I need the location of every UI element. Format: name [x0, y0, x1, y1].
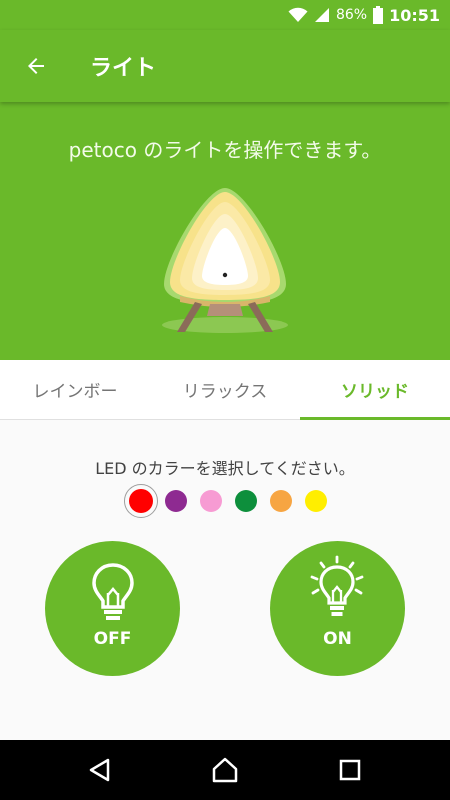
tab-solid[interactable]: ソリッド	[300, 360, 450, 420]
tab-bar: レインボー リラックス ソリッド	[0, 360, 450, 420]
app-bar: ライト	[0, 30, 450, 102]
nav-recents-button[interactable]	[335, 755, 365, 785]
system-nav-bar	[0, 740, 450, 800]
color-swatch[interactable]	[269, 490, 292, 512]
color-swatch[interactable]	[199, 490, 222, 512]
color-swatch-dot[interactable]	[128, 489, 153, 513]
hero-description: petoco のライトを操作できます。	[68, 138, 382, 162]
home-icon	[212, 757, 238, 783]
square-recents-icon	[339, 759, 361, 781]
arrow-left-icon	[28, 58, 44, 74]
lamp-illustration	[162, 188, 288, 333]
triangle-back-icon	[89, 758, 110, 782]
tab-rainbow[interactable]: レインボー	[0, 360, 150, 419]
lightbulb-on-icon	[310, 555, 364, 616]
off-label: OFF	[93, 629, 132, 649]
color-swatch-dot[interactable]	[164, 490, 187, 512]
clock: 10:51	[389, 5, 440, 25]
nav-back-button[interactable]	[85, 755, 115, 785]
status-bar: 86% 10:51	[0, 0, 450, 30]
color-swatch[interactable]	[234, 490, 257, 512]
wifi-icon	[288, 7, 308, 22]
color-swatches	[0, 484, 450, 518]
lightbulb-off-icon	[92, 563, 134, 620]
on-button[interactable]: ON	[270, 541, 405, 676]
color-swatch-dot[interactable]	[199, 490, 222, 512]
color-swatch[interactable]	[123, 484, 158, 518]
battery-percent: 86%	[335, 7, 368, 23]
color-swatch[interactable]	[164, 490, 187, 512]
back-button[interactable]	[18, 48, 54, 84]
page-title: ライト	[90, 56, 157, 81]
on-label: ON	[323, 629, 352, 649]
battery-icon	[373, 6, 384, 24]
color-swatch-dot[interactable]	[234, 490, 257, 512]
color-swatch-dot[interactable]	[269, 490, 292, 512]
color-swatch-dot[interactable]	[304, 490, 327, 512]
nav-home-button[interactable]	[210, 755, 240, 785]
off-button[interactable]: OFF	[45, 541, 180, 676]
solid-panel: LED のカラーを選択してください。 OFF ON	[0, 420, 450, 740]
signal-icon	[314, 8, 329, 22]
color-swatch[interactable]	[304, 490, 327, 512]
led-color-prompt: LED のカラーを選択してください。	[95, 459, 355, 478]
hero-section: petoco のライトを操作できます。	[0, 102, 450, 360]
tab-relax[interactable]: リラックス	[150, 360, 300, 419]
